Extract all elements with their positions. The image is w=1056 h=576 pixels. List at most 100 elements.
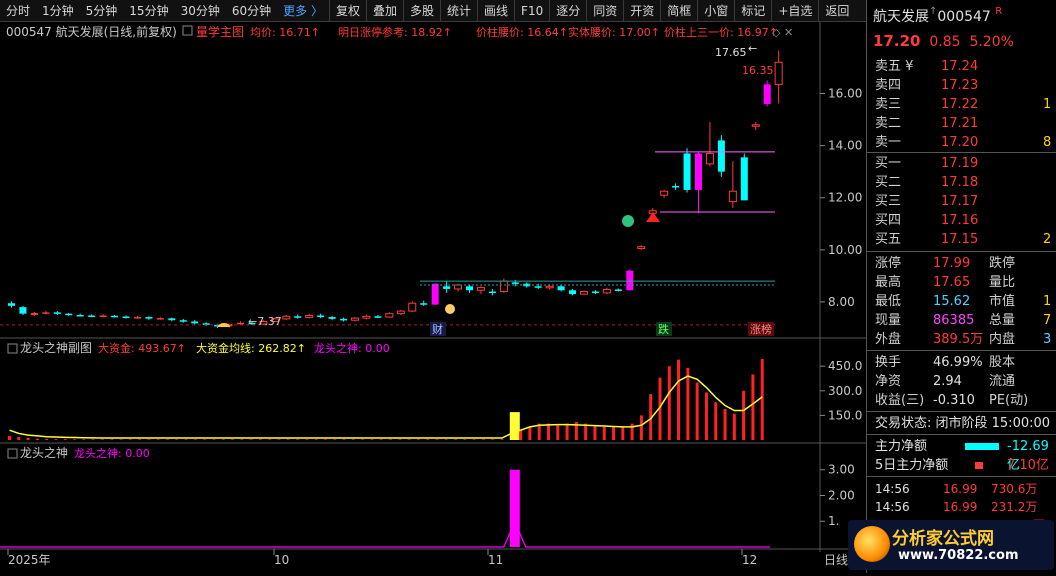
candle-body[interactable]	[133, 317, 141, 319]
candle-body[interactable]	[420, 303, 428, 305]
bid-row[interactable]: 买五 17.15 2	[867, 231, 1056, 249]
candle-body[interactable]	[591, 291, 599, 294]
candle-body[interactable]	[294, 316, 302, 318]
candle-body[interactable]	[545, 285, 554, 289]
toolbar-item[interactable]: 多股	[403, 0, 440, 22]
ask-row[interactable]: 卖三 17.22 1	[867, 96, 1056, 114]
candle-body[interactable]	[53, 312, 61, 314]
toolbar-item[interactable]: 统计	[440, 0, 477, 22]
candle-body[interactable]	[683, 153, 691, 190]
ask-row[interactable]: 卖五 ¥ 17.24	[867, 58, 1056, 76]
candle-body[interactable]	[637, 246, 646, 250]
bid-row[interactable]: 买三 17.17	[867, 193, 1056, 211]
candle-body[interactable]	[740, 157, 748, 201]
candle-body[interactable]	[774, 61, 783, 85]
candle-body[interactable]	[431, 283, 439, 305]
candle-body[interactable]	[30, 312, 38, 315]
candle-body[interactable]	[374, 316, 382, 318]
candle-body[interactable]	[569, 290, 577, 295]
bid-row[interactable]: 买四 17.16	[867, 212, 1056, 230]
toolbar-item[interactable]: 画线	[477, 0, 514, 22]
ask-row[interactable]: 卖四 17.23	[867, 77, 1056, 95]
candle-body[interactable]	[728, 190, 737, 203]
toolbar-item[interactable]: 5分钟	[80, 0, 124, 22]
candle-body[interactable]	[328, 317, 336, 319]
candle-body[interactable]	[351, 317, 359, 321]
candle-body[interactable]	[443, 286, 451, 289]
toolbar-item[interactable]: 同资	[586, 0, 623, 22]
candle-body[interactable]	[499, 280, 508, 293]
toolbar-item[interactable]: 30分钟	[175, 0, 226, 22]
trade-row[interactable]: 14:56 16.99 730.6万	[867, 480, 1056, 498]
sub2-tick-label: 3.00	[828, 463, 855, 477]
candle-body[interactable]	[179, 320, 187, 322]
toolbar-item[interactable]: 开资	[623, 0, 660, 22]
candle-body[interactable]	[626, 270, 634, 291]
candle-body[interactable]	[476, 287, 485, 291]
toolbar-item[interactable]: 逐分	[549, 0, 586, 22]
candle-body[interactable]	[672, 186, 680, 188]
candle-body[interactable]	[602, 288, 611, 294]
bid-row[interactable]: 买二 17.18	[867, 174, 1056, 192]
candle-body[interactable]	[751, 124, 760, 127]
candle-body[interactable]	[705, 152, 714, 165]
candle-body[interactable]	[237, 322, 244, 325]
candle-body[interactable]	[191, 321, 199, 324]
candle-body[interactable]	[408, 302, 417, 312]
toolbar-item[interactable]: 60分钟	[226, 0, 277, 22]
toolbar-item[interactable]: 小窗	[697, 0, 734, 22]
kline-chart[interactable]: 000547 航天发展(日线,前复权) 量学主图 均价: 16.71↑ 明日涨停参考:…	[0, 22, 866, 573]
toolbar-item[interactable]: 叠加	[365, 0, 403, 22]
toolbar-item[interactable]: 分时	[0, 0, 36, 22]
candle-body[interactable]	[717, 140, 725, 172]
candle-body[interactable]	[122, 316, 130, 319]
expand-icon[interactable]	[182, 25, 193, 36]
candle-body[interactable]	[511, 282, 519, 284]
candle-body[interactable]	[111, 315, 119, 318]
candle-body[interactable]	[488, 291, 496, 294]
candle-body[interactable]	[695, 153, 702, 190]
toolbar-item[interactable]: 返回	[818, 0, 855, 22]
toolbar-item[interactable]: 标记	[734, 0, 771, 22]
toolbar-item[interactable]: 15分钟	[123, 0, 174, 22]
toolbar-item[interactable]: F10	[514, 0, 549, 22]
candle-body[interactable]	[340, 318, 348, 321]
expand-icon[interactable]	[7, 343, 18, 354]
ask-row[interactable]: 卖一 17.20 8	[867, 134, 1056, 152]
candle-body[interactable]	[466, 286, 473, 291]
candle-body[interactable]	[362, 315, 371, 319]
candle-body[interactable]	[660, 190, 669, 196]
chart-area[interactable]: 000547 航天发展(日线,前复权) 量学主图 均价: 16.71↑ 明日涨停参考:…	[0, 22, 866, 573]
candle-body[interactable]	[282, 315, 291, 320]
candle-body[interactable]	[614, 289, 622, 291]
candle-body[interactable]	[305, 314, 314, 319]
candle-body[interactable]	[168, 318, 176, 321]
toolbar-item[interactable]: 更多 〉	[277, 0, 329, 22]
candle-body[interactable]	[65, 313, 73, 316]
candle-body[interactable]	[19, 307, 27, 314]
candle-body[interactable]	[42, 312, 50, 314]
sub1-bar	[667, 366, 671, 440]
bid-row[interactable]: 买一 17.19	[867, 155, 1056, 173]
candle-body[interactable]	[76, 314, 84, 317]
toolbar-item[interactable]: 1分钟	[36, 0, 80, 22]
candle-body[interactable]	[580, 291, 588, 295]
candle-body[interactable]	[396, 310, 405, 315]
candle-body[interactable]	[99, 315, 107, 317]
candle-body[interactable]	[8, 303, 15, 306]
toolbar-item[interactable]: 复权	[328, 0, 366, 22]
toolbar-item[interactable]: +自选	[771, 0, 818, 22]
candle-body[interactable]	[763, 84, 771, 104]
candle-body[interactable]	[156, 318, 164, 320]
candle-body[interactable]	[145, 317, 153, 319]
candle-body[interactable]	[385, 313, 394, 318]
trade-row[interactable]: 14:56 16.99 231.2万	[867, 498, 1056, 516]
candle-body[interactable]	[88, 315, 96, 317]
candle-body[interactable]	[317, 315, 325, 318]
candle-body[interactable]	[454, 284, 463, 290]
candle-body[interactable]	[557, 286, 565, 291]
expand-icon[interactable]	[7, 448, 18, 459]
toolbar-item[interactable]: 简框	[660, 0, 697, 22]
candle-body[interactable]	[534, 286, 542, 288]
ask-row[interactable]: 卖二 17.21	[867, 115, 1056, 133]
